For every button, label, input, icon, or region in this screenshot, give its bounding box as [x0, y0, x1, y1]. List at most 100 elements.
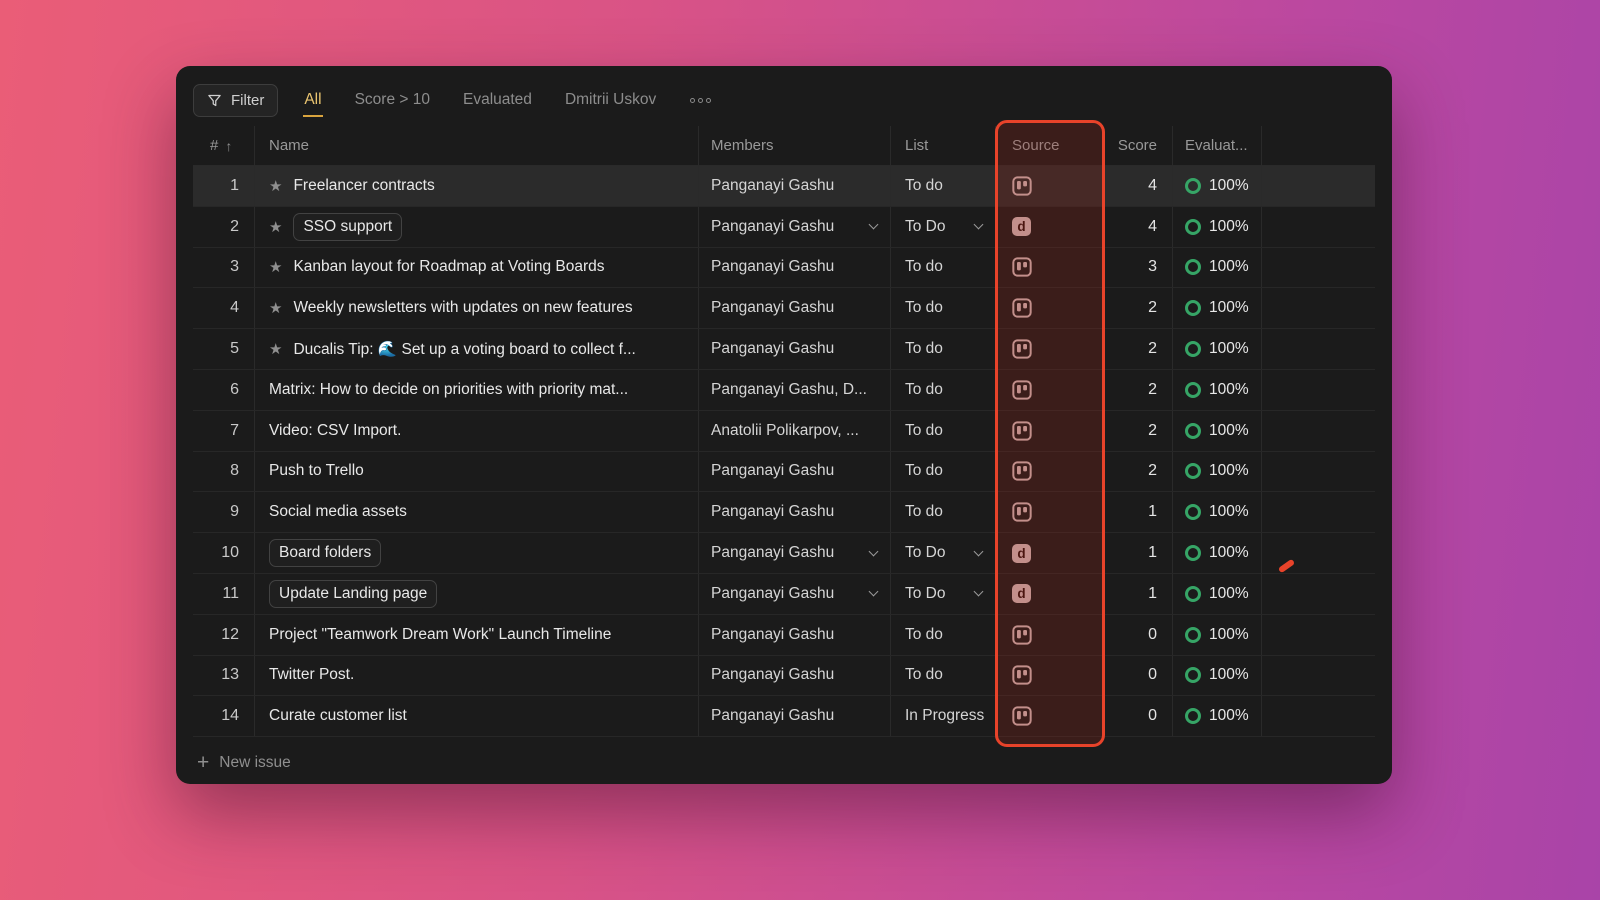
- filter-tab-evaluated[interactable]: Evaluated: [462, 83, 533, 117]
- table-row[interactable]: 13Twitter Post.Panganayi GashuTo do0100%: [193, 656, 1375, 697]
- members-cell[interactable]: Panganayi Gashu: [699, 696, 891, 736]
- evaluated-cell[interactable]: 100%: [1173, 288, 1262, 328]
- list-cell[interactable]: In Progress: [891, 696, 996, 736]
- issue-name[interactable]: Ducalis Tip: 🌊 Set up a voting board to …: [293, 340, 635, 359]
- star-icon[interactable]: ★: [269, 218, 282, 236]
- issue-name[interactable]: Freelancer contracts: [293, 177, 434, 195]
- table-row[interactable]: 3★Kanban layout for Roadmap at Voting Bo…: [193, 248, 1375, 289]
- column-header-[interactable]: #↑: [193, 126, 255, 165]
- issue-name[interactable]: Social media assets: [269, 503, 407, 521]
- new-issue-button[interactable]: + New issue: [193, 744, 295, 781]
- members-cell[interactable]: Panganayi Gashu: [699, 615, 891, 655]
- trello-source-icon[interactable]: [1012, 257, 1032, 277]
- list-cell[interactable]: To do: [891, 656, 996, 696]
- members-cell[interactable]: Panganayi Gashu: [699, 533, 891, 573]
- table-row[interactable]: 14Curate customer listPanganayi GashuIn …: [193, 696, 1375, 737]
- trello-source-icon[interactable]: [1012, 339, 1032, 359]
- trello-source-icon[interactable]: [1012, 176, 1032, 196]
- list-cell[interactable]: To do: [891, 288, 996, 328]
- trello-source-icon[interactable]: [1012, 665, 1032, 685]
- more-options-icon[interactable]: [686, 92, 715, 109]
- list-cell[interactable]: To do: [891, 329, 996, 369]
- issue-name[interactable]: Curate customer list: [269, 707, 407, 725]
- list-cell[interactable]: To Do: [891, 207, 996, 247]
- evaluated-cell[interactable]: 100%: [1173, 411, 1262, 451]
- trello-source-icon[interactable]: [1012, 380, 1032, 400]
- star-icon[interactable]: ★: [269, 258, 282, 276]
- star-icon[interactable]: ★: [269, 299, 282, 317]
- trello-source-icon[interactable]: [1012, 625, 1032, 645]
- members-cell[interactable]: Panganayi Gashu: [699, 166, 891, 206]
- evaluated-cell[interactable]: 100%: [1173, 166, 1262, 206]
- evaluated-cell[interactable]: 100%: [1173, 370, 1262, 410]
- evaluated-cell[interactable]: 100%: [1173, 574, 1262, 614]
- trello-source-icon[interactable]: [1012, 502, 1032, 522]
- issue-name[interactable]: SSO support: [293, 213, 402, 241]
- table-row[interactable]: 9Social media assetsPanganayi GashuTo do…: [193, 492, 1375, 533]
- issue-name[interactable]: Board folders: [269, 539, 381, 567]
- filter-tab-all[interactable]: All: [303, 83, 322, 117]
- ducalis-source-icon[interactable]: d: [1012, 217, 1031, 236]
- column-header-name[interactable]: Name: [255, 126, 699, 165]
- trello-source-icon[interactable]: [1012, 421, 1032, 441]
- evaluated-cell[interactable]: 100%: [1173, 452, 1262, 492]
- members-cell[interactable]: Panganayi Gashu: [699, 452, 891, 492]
- filter-tab-score-10[interactable]: Score > 10: [354, 83, 431, 117]
- table-row[interactable]: 1★Freelancer contractsPanganayi GashuTo …: [193, 166, 1375, 207]
- column-header-evaluat[interactable]: Evaluat...: [1173, 126, 1262, 165]
- evaluated-cell[interactable]: 100%: [1173, 696, 1262, 736]
- evaluated-cell[interactable]: 100%: [1173, 492, 1262, 532]
- filter-tab-dmitrii-uskov[interactable]: Dmitrii Uskov: [564, 83, 657, 117]
- members-cell[interactable]: Panganayi Gashu: [699, 656, 891, 696]
- evaluated-cell[interactable]: 100%: [1173, 207, 1262, 247]
- issue-name[interactable]: Video: CSV Import.: [269, 422, 401, 440]
- list-cell[interactable]: To Do: [891, 533, 996, 573]
- table-row[interactable]: 4★Weekly newsletters with updates on new…: [193, 288, 1375, 329]
- ducalis-source-icon[interactable]: d: [1012, 584, 1031, 603]
- issue-name[interactable]: Weekly newsletters with updates on new f…: [293, 299, 632, 317]
- issue-name[interactable]: Push to Trello: [269, 462, 364, 480]
- column-header-list[interactable]: List: [891, 126, 996, 165]
- issue-name[interactable]: Matrix: How to decide on priorities with…: [269, 381, 628, 399]
- list-cell[interactable]: To do: [891, 411, 996, 451]
- column-header-score[interactable]: Score: [1103, 126, 1173, 165]
- table-row[interactable]: 5★Ducalis Tip: 🌊 Set up a voting board t…: [193, 329, 1375, 370]
- members-cell[interactable]: Anatolii Polikarpov, ...: [699, 411, 891, 451]
- table-row[interactable]: 10Board foldersPanganayi GashuTo Dod1100…: [193, 533, 1375, 574]
- table-row[interactable]: 8Push to TrelloPanganayi GashuTo do2100%: [193, 452, 1375, 493]
- table-row[interactable]: 11Update Landing pagePanganayi GashuTo D…: [193, 574, 1375, 615]
- table-row[interactable]: 7Video: CSV Import.Anatolii Polikarpov, …: [193, 411, 1375, 452]
- issue-name[interactable]: Twitter Post.: [269, 666, 354, 684]
- star-icon[interactable]: ★: [269, 340, 282, 358]
- evaluated-cell[interactable]: 100%: [1173, 533, 1262, 573]
- list-cell[interactable]: To do: [891, 452, 996, 492]
- table-row[interactable]: 6Matrix: How to decide on priorities wit…: [193, 370, 1375, 411]
- evaluated-cell[interactable]: 100%: [1173, 329, 1262, 369]
- evaluated-cell[interactable]: 100%: [1173, 656, 1262, 696]
- issue-name[interactable]: Update Landing page: [269, 580, 437, 608]
- list-cell[interactable]: To do: [891, 248, 996, 288]
- table-row[interactable]: 12Project "Teamwork Dream Work" Launch T…: [193, 615, 1375, 656]
- evaluated-cell[interactable]: 100%: [1173, 248, 1262, 288]
- filter-button[interactable]: Filter: [193, 84, 278, 117]
- ducalis-source-icon[interactable]: d: [1012, 544, 1031, 563]
- trello-source-icon[interactable]: [1012, 298, 1032, 318]
- list-cell[interactable]: To do: [891, 492, 996, 532]
- trello-source-icon[interactable]: [1012, 706, 1032, 726]
- issue-name[interactable]: Project "Teamwork Dream Work" Launch Tim…: [269, 626, 611, 644]
- list-cell[interactable]: To do: [891, 166, 996, 206]
- column-header-members[interactable]: Members: [699, 126, 891, 165]
- members-cell[interactable]: Panganayi Gashu: [699, 492, 891, 532]
- list-cell[interactable]: To do: [891, 615, 996, 655]
- members-cell[interactable]: Panganayi Gashu: [699, 207, 891, 247]
- table-row[interactable]: 2★SSO supportPanganayi GashuTo Dod4100%: [193, 207, 1375, 248]
- members-cell[interactable]: Panganayi Gashu, D...: [699, 370, 891, 410]
- members-cell[interactable]: Panganayi Gashu: [699, 329, 891, 369]
- members-cell[interactable]: Panganayi Gashu: [699, 288, 891, 328]
- column-header-source[interactable]: Source: [996, 126, 1103, 165]
- trello-source-icon[interactable]: [1012, 461, 1032, 481]
- star-icon[interactable]: ★: [269, 177, 282, 195]
- members-cell[interactable]: Panganayi Gashu: [699, 574, 891, 614]
- evaluated-cell[interactable]: 100%: [1173, 615, 1262, 655]
- list-cell[interactable]: To Do: [891, 574, 996, 614]
